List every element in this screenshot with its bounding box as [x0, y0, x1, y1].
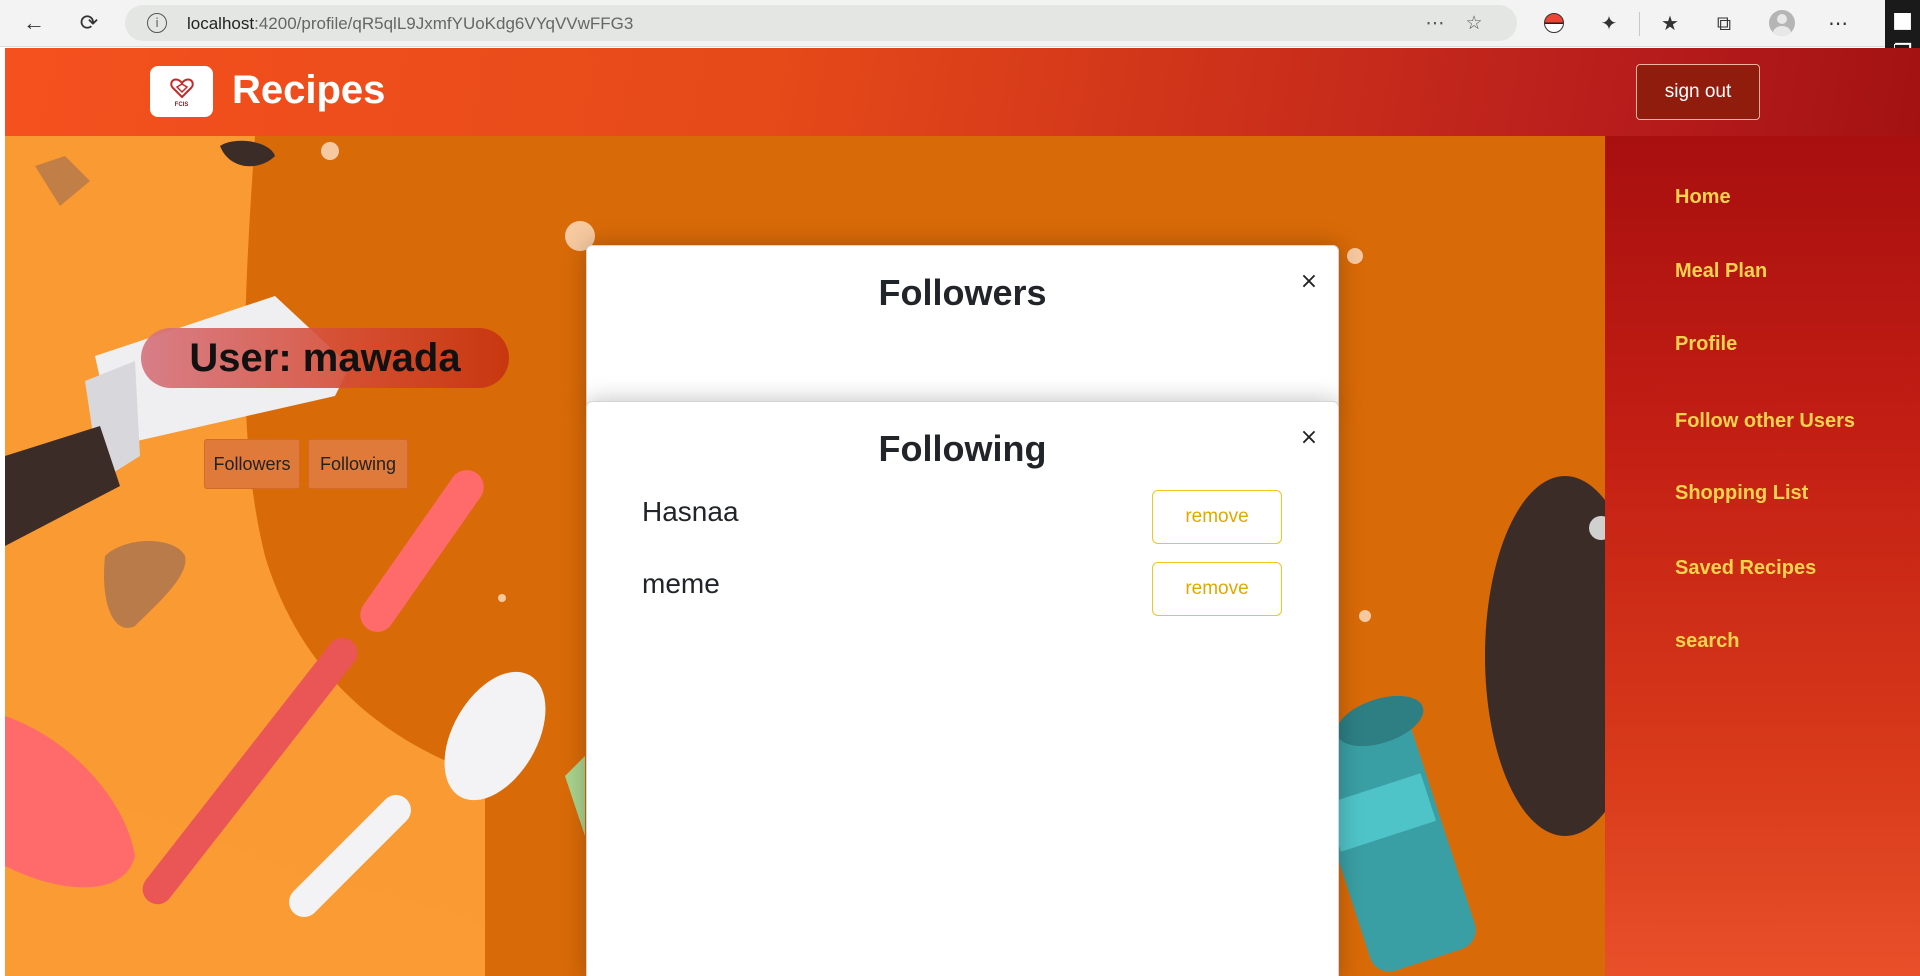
address-bar[interactable]: i localhost:4200/profile/qR5qlL9JxmfYUoK…: [125, 5, 1517, 41]
site-info-icon[interactable]: i: [147, 13, 167, 33]
more-menu-icon[interactable]: ⋯: [1823, 8, 1853, 38]
logo-text: FCIS: [174, 102, 189, 108]
url-text: localhost:4200/profile/qR5qlL9JxmfYUoKdg…: [187, 14, 634, 33]
sidebar-item-shopping-list[interactable]: Shopping List: [1675, 482, 1808, 505]
sidebar-item-follow-users[interactable]: Follow other Users: [1675, 410, 1855, 433]
followers-modal-title: Followers: [878, 272, 1047, 313]
browser-toolbar: ← ⟳ i localhost:4200/profile/qR5qlL9Jxmf…: [0, 0, 1920, 47]
video-icon[interactable]: ■: [1885, 8, 1920, 33]
followers-button[interactable]: Followers: [204, 439, 300, 489]
heart-logo-icon: [169, 78, 194, 99]
profile-username: User: mawada: [141, 328, 509, 388]
sidebar-item-search[interactable]: search: [1675, 630, 1740, 653]
remove-button[interactable]: remove: [1152, 490, 1282, 544]
back-icon[interactable]: ←: [18, 7, 50, 39]
sidebar-item-meal-plan[interactable]: Meal Plan: [1675, 260, 1767, 283]
close-icon[interactable]: ×: [1296, 424, 1322, 450]
favorites-icon[interactable]: ★: [1655, 8, 1685, 38]
following-button[interactable]: Following: [308, 439, 408, 489]
app-logo[interactable]: FCIS: [150, 66, 213, 117]
remove-button[interactable]: remove: [1152, 562, 1282, 616]
screenshot-icon[interactable]: ⧉: [1709, 8, 1739, 38]
profile-avatar-icon[interactable]: [1767, 8, 1797, 38]
sign-out-button[interactable]: sign out: [1636, 64, 1760, 120]
reading-mode-icon[interactable]: ⋯: [1423, 11, 1447, 35]
following-user-name[interactable]: meme: [642, 568, 720, 600]
followers-modal: Followers ×: [586, 245, 1339, 405]
brand-title[interactable]: Recipes: [232, 68, 385, 113]
toolbar-separator: [1639, 12, 1640, 36]
following-user-name[interactable]: Hasnaa: [642, 496, 739, 528]
pokeball-extension-icon[interactable]: [1539, 8, 1569, 38]
close-icon[interactable]: ×: [1296, 268, 1322, 294]
sidebar-nav: Home Meal Plan Profile Follow other User…: [1605, 136, 1920, 976]
list-item: meme remove: [642, 562, 1282, 622]
sidebar-item-profile[interactable]: Profile: [1675, 333, 1737, 356]
reload-icon[interactable]: ⟳: [73, 7, 105, 39]
following-modal-title: Following: [878, 428, 1047, 469]
app: FCIS Recipes sign out User: mawada Follo…: [5, 48, 1920, 976]
following-modal: Following × Hasnaa remove meme remove: [586, 401, 1339, 976]
sidebar-item-home[interactable]: Home: [1675, 186, 1731, 209]
sidebar-item-saved-recipes[interactable]: Saved Recipes: [1675, 557, 1816, 580]
app-header: FCIS Recipes sign out: [5, 48, 1920, 136]
extensions-icon[interactable]: ✦: [1594, 8, 1624, 38]
list-item: Hasnaa remove: [642, 490, 1282, 550]
favorite-star-icon[interactable]: ☆: [1462, 11, 1486, 35]
